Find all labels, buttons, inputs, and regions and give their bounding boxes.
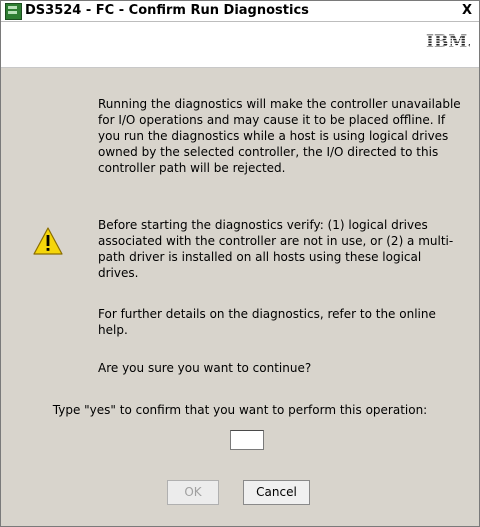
confirm-question: Are you sure you want to continue? <box>98 361 312 375</box>
cancel-button[interactable]: Cancel <box>243 480 310 505</box>
message-paragraph-1: Running the diagnostics will make the co… <box>98 97 461 175</box>
dialog-window: DS3524 - FC - Confirm Run Diagnostics X … <box>0 0 480 527</box>
message-paragraph-2: Before starting the diagnostics verify: … <box>98 218 454 280</box>
header-banner: IBM. <box>1 22 479 68</box>
confirm-text-field[interactable] <box>230 430 264 450</box>
window-title: DS3524 - FC - Confirm Run Diagnostics <box>25 3 309 18</box>
confirm-prompt: Type "yes" to confirm that you want to p… <box>52 403 428 417</box>
message-paragraph-3: For further details on the diagnostics, … <box>98 307 436 337</box>
warning-icon <box>33 227 63 255</box>
ok-button[interactable]: OK <box>167 480 219 505</box>
close-button[interactable]: X <box>458 2 476 19</box>
logo-text: IBM. <box>426 32 470 51</box>
title-bar[interactable]: DS3524 - FC - Confirm Run Diagnostics X <box>1 1 479 22</box>
app-icon <box>5 3 22 20</box>
ibm-logo: IBM. <box>426 32 470 51</box>
